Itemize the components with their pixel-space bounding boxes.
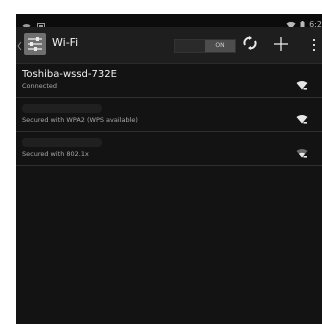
device-screen: 6:2 Wi-Fi ON Toshiba-wssd-732E Connected… — [16, 14, 322, 324]
network-security: Secured with WPA2 (WPS available) — [22, 116, 138, 124]
network-row[interactable]: Secured with WPA2 (WPS available) — [16, 98, 322, 132]
network-row[interactable]: Toshiba-wssd-732E Connected — [16, 64, 322, 98]
page-title: Wi-Fi — [52, 36, 79, 49]
wifi-signal-full-icon — [296, 75, 308, 94]
network-name: Toshiba-wssd-732E — [22, 69, 117, 80]
up-chevron-icon[interactable] — [17, 36, 22, 55]
redacted-network-name — [22, 138, 102, 147]
redacted-network-name — [22, 104, 102, 113]
status-bar: 6:2 — [16, 14, 322, 31]
overflow-menu-icon[interactable] — [312, 37, 316, 56]
wifi-toggle-label: ON — [205, 40, 235, 52]
wifi-signal-weak-icon — [296, 143, 308, 162]
settings-app-icon[interactable] — [24, 33, 46, 55]
add-network-icon[interactable] — [274, 36, 288, 55]
wifi-toggle[interactable]: ON — [174, 39, 236, 53]
wps-push-button-icon[interactable] — [242, 35, 258, 55]
action-bar: Wi-Fi ON — [16, 27, 322, 64]
network-list: Toshiba-wssd-732E Connected Secured with… — [16, 64, 322, 166]
wifi-signal-full-icon — [296, 109, 308, 128]
network-row[interactable]: Secured with 802.1x — [16, 132, 322, 166]
network-status: Connected — [22, 82, 58, 90]
network-security: Secured with 802.1x — [22, 150, 89, 158]
